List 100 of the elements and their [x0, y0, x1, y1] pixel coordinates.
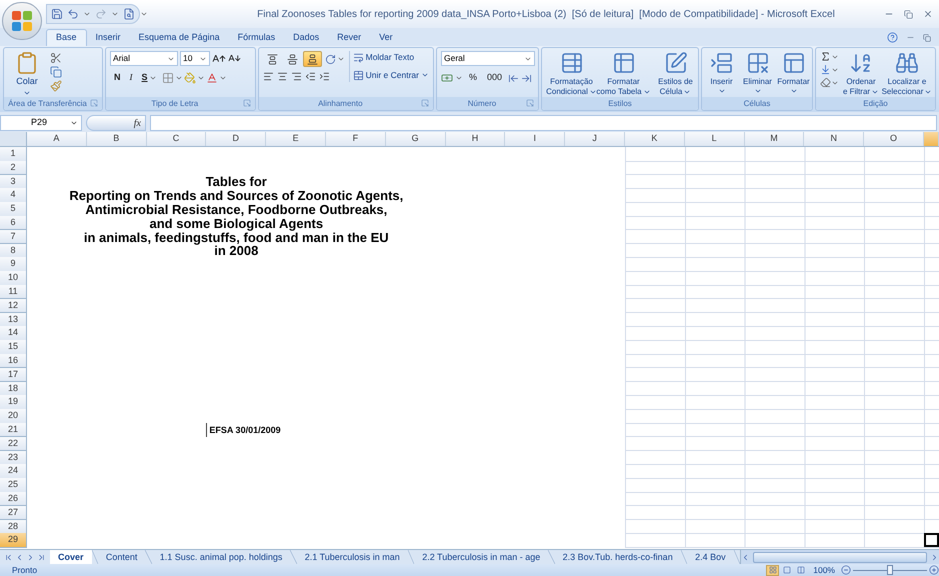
row-header[interactable]: 4 — [0, 188, 27, 203]
row-header[interactable]: 21 — [0, 422, 27, 438]
caret-icon[interactable] — [336, 55, 345, 63]
view-button[interactable] — [766, 564, 780, 576]
restore-icon[interactable] — [904, 10, 913, 18]
ribbon-tab[interactable]: Rever — [328, 29, 370, 46]
scroll-right-icon[interactable] — [930, 552, 939, 562]
active-cell[interactable] — [924, 533, 939, 547]
arrow-icon[interactable] — [521, 72, 532, 84]
row-header[interactable]: 19 — [0, 395, 27, 410]
sum-icon[interactable] — [820, 51, 831, 62]
scroll-left-icon[interactable] — [741, 552, 750, 562]
eraser-icon[interactable] — [820, 77, 831, 88]
print-preview-icon[interactable] — [123, 8, 135, 20]
column-header[interactable]: B — [86, 132, 147, 146]
percent-button[interactable]: % — [465, 70, 482, 86]
thousands-button[interactable]: 000 — [483, 70, 506, 86]
help-icon[interactable] — [887, 32, 898, 43]
caret-icon[interactable] — [718, 87, 726, 95]
row-header[interactable]: 29 — [0, 533, 27, 548]
caret-icon[interactable] — [70, 119, 78, 127]
ribbon-button[interactable]: Ordenar e Filtrar — [841, 51, 881, 97]
column-header[interactable]: A — [27, 132, 87, 146]
column-header[interactable]: L — [684, 132, 745, 146]
caret-icon[interactable] — [871, 88, 880, 96]
column-header[interactable]: D — [206, 132, 266, 146]
row-header[interactable]: 12 — [0, 298, 27, 314]
align-center-icon[interactable] — [276, 71, 288, 82]
sheet-tab[interactable]: 2.4 Bov — [687, 550, 734, 564]
first-sheet-icon[interactable] — [4, 552, 13, 562]
save-icon[interactable] — [51, 8, 63, 20]
caret-icon[interactable] — [174, 74, 183, 82]
column-header[interactable]: G — [386, 132, 446, 146]
underline-button[interactable]: S — [138, 70, 161, 86]
row-header[interactable]: 10 — [0, 271, 27, 286]
last-sheet-icon[interactable] — [37, 552, 46, 562]
sheet-tab[interactable]: 1.1 Susc. animal pop. holdings — [152, 550, 290, 564]
caret-icon[interactable] — [642, 88, 651, 96]
sheet-tab[interactable]: Cover — [50, 550, 92, 564]
column-header[interactable]: K — [624, 132, 685, 146]
row-header[interactable]: 11 — [0, 284, 27, 300]
column-header[interactable]: H — [446, 132, 506, 146]
name-box[interactable]: P29 — [0, 115, 82, 131]
column-header[interactable]: M — [744, 132, 804, 146]
column-header[interactable]: C — [146, 132, 206, 146]
column-header[interactable]: J — [565, 132, 625, 146]
ribbon-tab[interactable]: Fórmulas — [228, 29, 284, 46]
sheet-tab[interactable]: 2.1 Tuberculosis in man — [296, 550, 408, 564]
sheet-tab[interactable]: Content — [98, 550, 146, 564]
fill-color-icon[interactable] — [184, 72, 196, 84]
align-right-icon[interactable] — [290, 71, 302, 82]
ribbon-button[interactable]: Formatação Condicional — [546, 51, 597, 97]
caret-icon[interactable] — [196, 74, 205, 82]
caret-icon[interactable] — [924, 88, 932, 96]
row-header[interactable]: 6 — [0, 216, 27, 230]
ribbon-button[interactable]: Localizar e Seleccionar — [883, 51, 931, 97]
formula-input[interactable] — [150, 115, 937, 131]
ribbon-button[interactable]: Inserir — [704, 51, 739, 95]
row-header[interactable]: 17 — [0, 368, 27, 382]
arrow-icon[interactable] — [508, 72, 520, 84]
bold-button[interactable]: N — [110, 70, 125, 86]
row-header[interactable]: 26 — [0, 492, 27, 506]
orientation-icon[interactable] — [324, 54, 336, 64]
align-left-icon[interactable] — [262, 71, 274, 82]
font-size-field[interactable]: 10 — [180, 51, 210, 66]
row-header[interactable]: 14 — [0, 326, 27, 341]
caret-icon[interactable] — [588, 88, 597, 96]
wrap-text-button[interactable]: Moldar Texto — [352, 51, 429, 64]
borders-icon[interactable] — [162, 72, 174, 84]
ribbon-tab[interactable]: Inserir — [86, 29, 130, 46]
zoom-out-icon[interactable] — [841, 565, 851, 575]
scrollbar-thumb[interactable] — [753, 552, 927, 562]
copy-icon[interactable] — [50, 66, 62, 78]
scissors-icon[interactable] — [50, 52, 62, 64]
indent-increase-icon[interactable] — [318, 71, 330, 82]
undo-icon[interactable] — [67, 8, 79, 20]
italic-button[interactable]: I — [126, 70, 137, 86]
next-sheet-icon[interactable] — [26, 552, 35, 562]
merge-button[interactable]: Unir e Centrar — [352, 68, 429, 82]
ribbon-button[interactable]: Estilos de Célula — [650, 51, 701, 97]
row-header[interactable]: 9 — [0, 257, 27, 272]
row-header[interactable]: 5 — [0, 202, 27, 217]
number-format-field[interactable]: Geral — [441, 51, 535, 66]
row-header[interactable]: 15 — [0, 340, 27, 355]
caret-icon[interactable] — [683, 88, 692, 96]
caret-icon[interactable] — [148, 74, 157, 82]
indent-decrease-icon[interactable] — [304, 71, 316, 82]
paste-button[interactable]: Colar — [8, 51, 46, 96]
ribbon-button[interactable]: Formatar como Tabela — [598, 51, 649, 97]
office-button[interactable] — [2, 2, 42, 40]
font-color-icon[interactable] — [206, 72, 218, 84]
caret-icon[interactable] — [754, 87, 762, 95]
column-header[interactable]: F — [326, 132, 386, 146]
caret-icon[interactable] — [455, 74, 463, 82]
column-header[interactable]: E — [266, 132, 326, 146]
restore-icon[interactable] — [923, 34, 931, 42]
row-header[interactable]: 2 — [0, 160, 27, 176]
function-button[interactable]: fx — [134, 116, 141, 130]
fill-down-icon[interactable] — [820, 64, 831, 75]
column-header[interactable]: I — [505, 132, 566, 146]
